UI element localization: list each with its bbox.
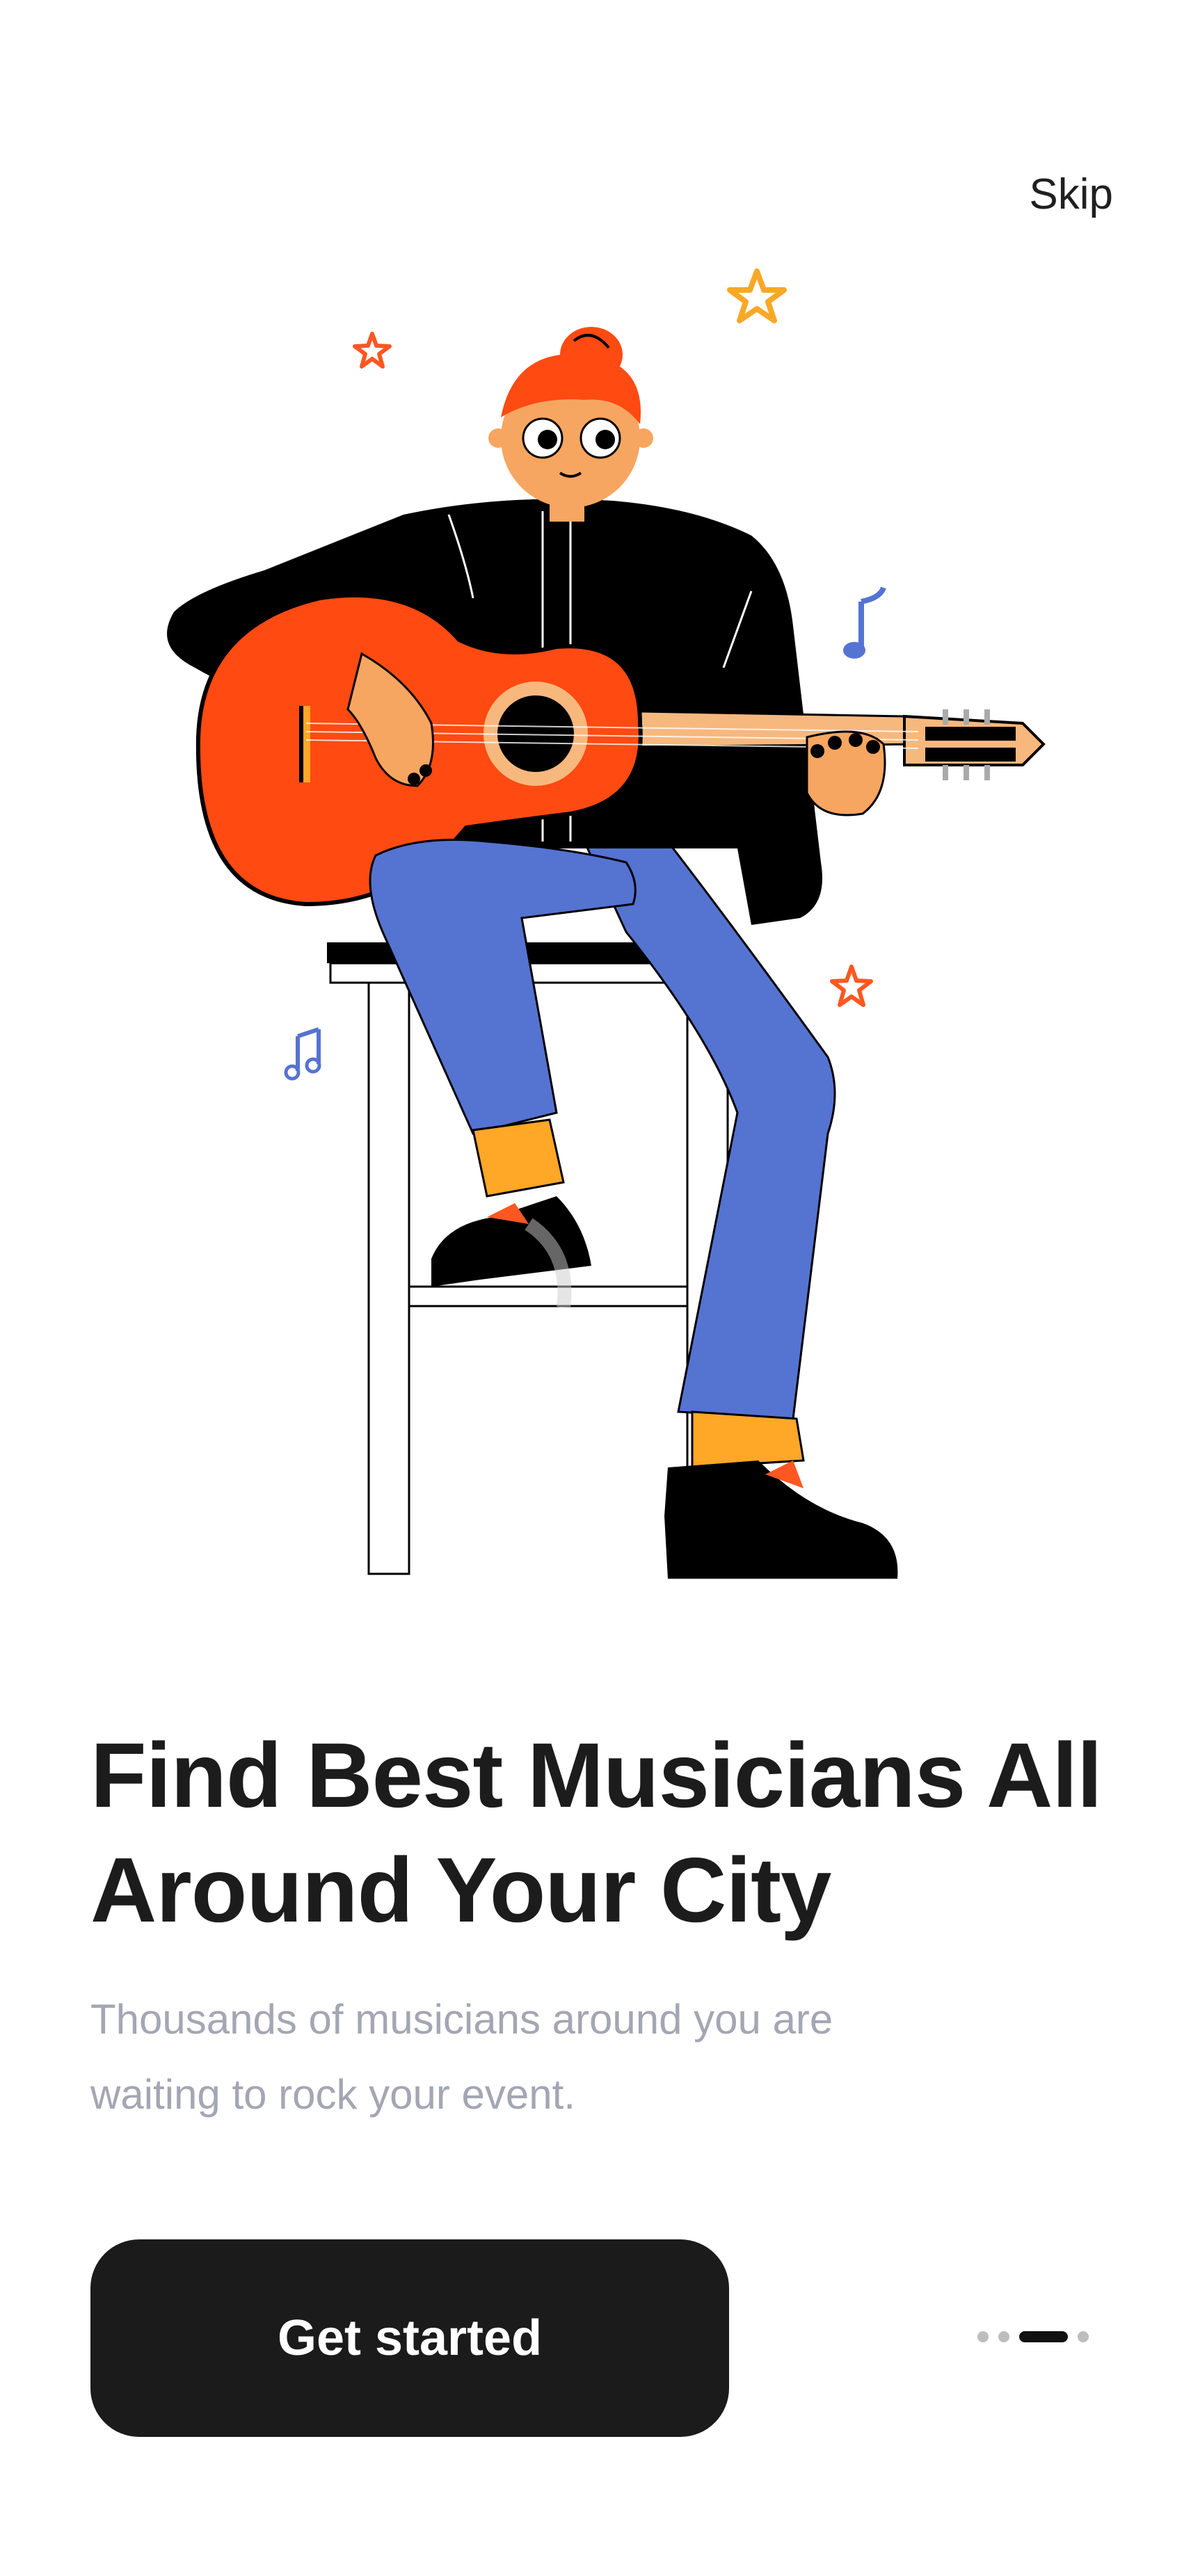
page-subtitle: Thousands of musicians around you are wa… <box>90 1982 960 2132</box>
music-note-icon <box>284 1027 321 1081</box>
star-icon <box>353 332 392 369</box>
page-dot <box>1078 2331 1089 2342</box>
page-dot-active <box>1019 2331 1068 2342</box>
subtitle-line-1: Thousands of musicians around you are <box>90 1996 833 2043</box>
star-icon <box>727 268 787 323</box>
star-icon <box>830 965 873 1007</box>
page-dot <box>998 2331 1009 2342</box>
get-started-button[interactable]: Get started <box>90 2239 729 2437</box>
skip-button[interactable]: Skip <box>1002 167 1113 223</box>
music-note-icon <box>843 586 886 659</box>
title-line-1: Find Best Musicians All <box>90 1724 1103 1826</box>
page-title: Find Best Musicians All Around Your City <box>90 1718 1134 1947</box>
title-line-2: Around Your City <box>90 1839 831 1941</box>
page-indicator <box>977 2328 1089 2345</box>
subtitle-line-2: waiting to rock your event. <box>90 2071 576 2118</box>
head <box>488 327 653 522</box>
musician-illustration <box>139 236 1071 1593</box>
page-dot <box>977 2331 989 2342</box>
